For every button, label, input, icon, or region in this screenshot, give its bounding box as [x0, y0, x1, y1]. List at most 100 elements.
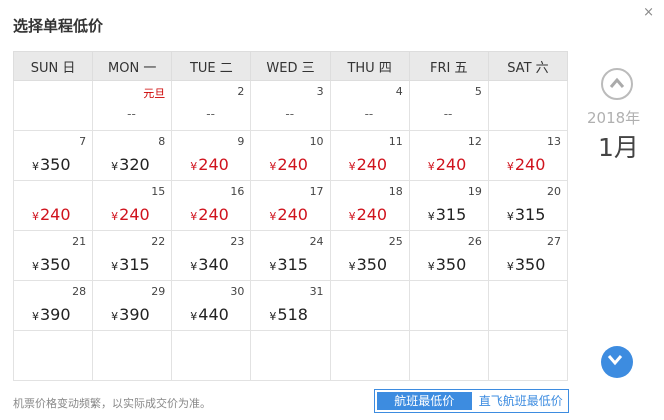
price-value: 350: [356, 255, 388, 274]
currency-symbol: ¥: [111, 160, 119, 173]
calendar-day-cell[interactable]: 20 ¥315: [487, 180, 569, 231]
calendar-day-cell[interactable]: 19 ¥315: [408, 180, 489, 231]
day-number: 11: [388, 135, 403, 148]
calendar-day-cell[interactable]: 今 ¥310: [487, 80, 569, 131]
day-number: 7: [79, 135, 87, 148]
calendar-day-cell[interactable]: 22 ¥315: [92, 230, 173, 281]
calendar-day-cell[interactable]: 21 ¥350: [12, 230, 94, 281]
tab-lowest-flight-price[interactable]: 航班最低价: [377, 392, 472, 410]
price-value: 240: [119, 205, 150, 224]
price-value: 350: [435, 255, 467, 274]
day-number: 4: [395, 85, 403, 98]
calendar-day-cell[interactable]: 3 --: [250, 80, 331, 131]
calendar-day-cell[interactable]: 9 ¥240: [171, 130, 252, 181]
weekday-header: SAT 六: [487, 51, 569, 81]
day-number: 12: [467, 135, 482, 148]
close-icon[interactable]: ×: [643, 5, 654, 20]
day-price: ¥518: [269, 305, 308, 324]
calendar-day-cell[interactable]: 12 ¥240: [408, 130, 489, 181]
no-price-placeholder: --: [285, 107, 295, 121]
calendar-day-cell[interactable]: 元旦 --: [92, 80, 173, 131]
calendar-day-cell[interactable]: 24 ¥315: [250, 230, 331, 281]
calendar-day-cell[interactable]: 10 ¥240: [250, 130, 331, 181]
calendar-week-row: 21 ¥350 22 ¥315 23 ¥340 24 ¥315 25 ¥350 26 ¥350 27 ¥3…: [12, 230, 569, 281]
currency-symbol: ¥: [348, 160, 356, 173]
calendar-day-cell[interactable]: 7 ¥350: [12, 130, 94, 181]
currency-symbol: ¥: [427, 160, 435, 173]
day-price: ¥390: [32, 305, 71, 324]
chevron-up-icon: [609, 77, 625, 88]
day-price: ¥390: [111, 305, 150, 324]
calendar-day-cell[interactable]: 29 ¥390: [92, 280, 173, 331]
weekday-header: WED 三: [250, 51, 331, 81]
day-price: ¥310: [507, 105, 546, 124]
chevron-down-icon: [607, 355, 623, 366]
previous-month-button[interactable]: [601, 68, 633, 100]
currency-symbol: ¥: [32, 310, 39, 323]
calendar-day-cell[interactable]: 14 ¥240: [12, 180, 94, 231]
next-month-button[interactable]: [601, 346, 633, 378]
day-price: ¥350: [507, 255, 546, 274]
calendar-day-cell[interactable]: 8 ¥320: [92, 130, 173, 181]
day-number: 20: [547, 185, 561, 198]
day-number: 2: [237, 85, 245, 98]
day-number: 31: [309, 285, 324, 298]
tab-lowest-direct-flight-price[interactable]: 直飞航班最低价: [474, 390, 569, 412]
day-number: 23: [230, 235, 245, 248]
calendar-day-cell[interactable]: 2 --: [171, 80, 252, 131]
weekday-header: TUE 二: [171, 51, 252, 81]
calendar-day-cell: [408, 280, 489, 331]
price-value: 240: [198, 155, 229, 174]
day-price: ¥240: [349, 205, 388, 224]
weekday-header: MON 一: [92, 51, 173, 81]
currency-symbol: ¥: [190, 210, 198, 223]
calendar-day-cell[interactable]: 18 ¥240: [329, 180, 410, 231]
price-value: 350: [514, 255, 546, 274]
price-value: 240: [277, 205, 308, 224]
calendar-day-cell[interactable]: 11 ¥240: [329, 130, 410, 181]
calendar-day-cell[interactable]: 13 ¥240: [487, 130, 569, 181]
calendar-day-cell[interactable]: 5 --: [408, 80, 489, 131]
year-label: 2018年: [587, 109, 641, 127]
calendar-day-cell[interactable]: 17 ¥240: [250, 180, 331, 231]
day-number: 16: [230, 185, 245, 198]
price-disclaimer: 机票价格变动频繁，以实际成交价为准。: [13, 397, 211, 410]
calendar-day-cell[interactable]: 26 ¥350: [408, 230, 489, 281]
calendar-day-cell[interactable]: 23 ¥340: [171, 230, 252, 281]
day-number: 13: [547, 135, 561, 148]
weekday-header: SUN 日: [12, 51, 94, 81]
currency-symbol: ¥: [190, 160, 198, 173]
day-number: 5: [474, 85, 482, 98]
calendar-day-cell[interactable]: 4 --: [329, 80, 410, 131]
day-price: ¥240: [349, 155, 388, 174]
price-value: 240: [514, 155, 546, 174]
calendar-day-cell: [408, 330, 489, 381]
day-number: 30: [230, 285, 245, 298]
calendar-day-cell[interactable]: 25 ¥350: [329, 230, 410, 281]
calendar-day-cell: [12, 330, 94, 381]
currency-symbol: ¥: [190, 310, 198, 323]
day-number: 29: [151, 285, 166, 298]
calendar-day-cell[interactable]: 27 ¥350: [487, 230, 569, 281]
calendar-day-cell[interactable]: 15 ¥240: [92, 180, 173, 231]
day-price: ¥350: [428, 255, 467, 274]
day-number: 元旦: [143, 87, 166, 100]
calendar-week-row: 14 ¥240 15 ¥240 16 ¥240 17 ¥240 18 ¥240 19 ¥315 20 ¥3…: [12, 180, 569, 231]
currency-symbol: ¥: [427, 260, 435, 273]
day-price: ¥350: [32, 255, 71, 274]
weekday-header-row: SUN 日 MON 一 TUE 二 WED 三 THU 四 FRI 五 SAT …: [12, 51, 569, 81]
day-number: 3: [316, 85, 324, 98]
currency-symbol: ¥: [269, 260, 277, 273]
calendar-day-cell[interactable]: 31 ¥518: [250, 280, 331, 331]
day-price: ¥315: [269, 255, 308, 274]
day-number: 17: [309, 185, 324, 198]
currency-symbol: ¥: [269, 160, 277, 173]
price-value: 390: [119, 305, 150, 324]
calendar-day-cell[interactable]: 30 ¥440: [171, 280, 252, 331]
currency-symbol: ¥: [32, 210, 39, 223]
day-number: 21: [72, 235, 87, 248]
calendar-day-cell[interactable]: 28 ¥390: [12, 280, 94, 331]
price-value: 315: [119, 255, 150, 274]
day-number: 27: [547, 235, 561, 248]
calendar-day-cell[interactable]: 16 ¥240: [171, 180, 252, 231]
